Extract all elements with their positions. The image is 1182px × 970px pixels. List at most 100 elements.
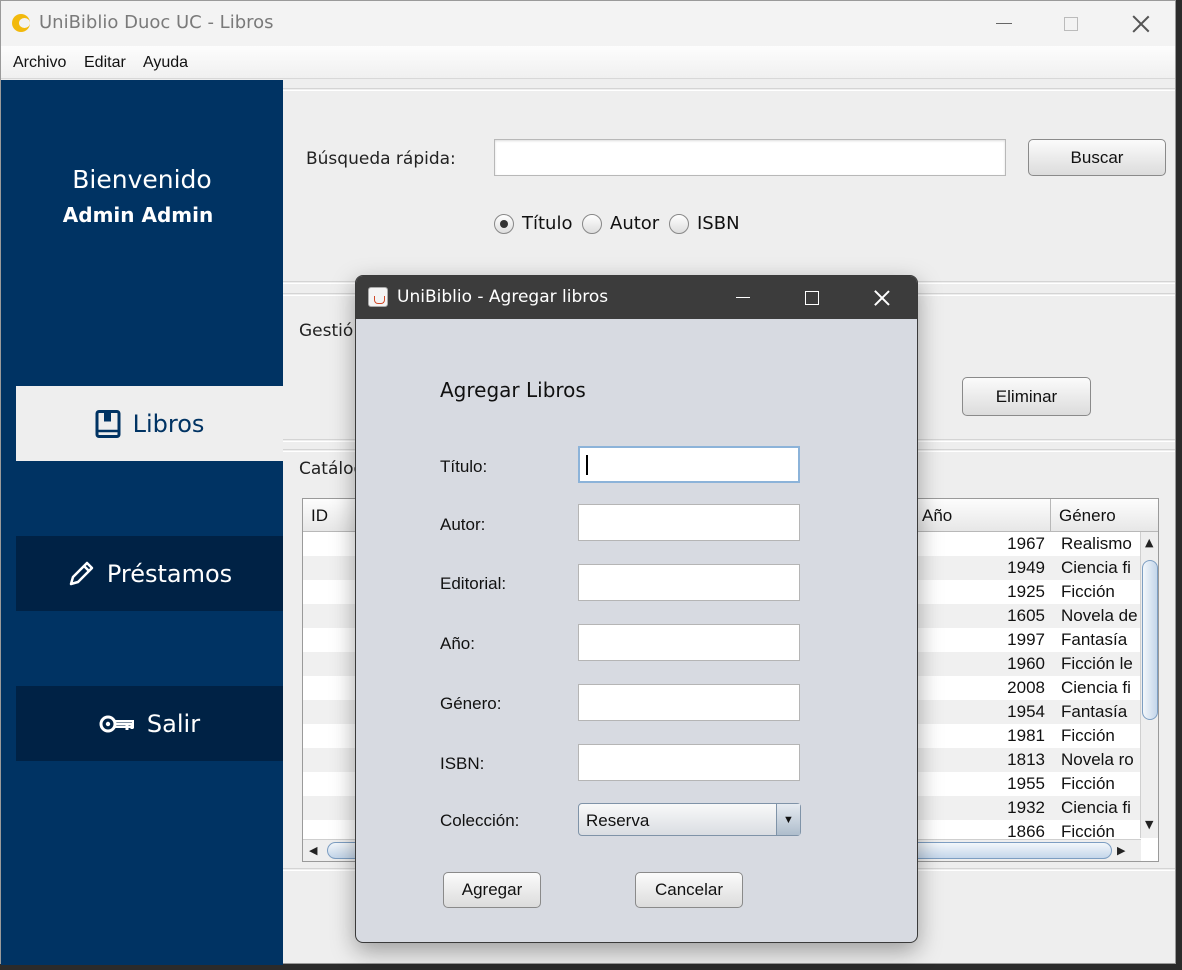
cell-genre: Ficción bbox=[1061, 726, 1115, 745]
radio-icon bbox=[582, 213, 602, 234]
title-bar: UniBiblio Duoc UC - Libros bbox=[1, 1, 1175, 46]
dialog-heading: Agregar Libros bbox=[440, 378, 586, 402]
radio-label: Título bbox=[522, 213, 573, 234]
welcome-text: Bienvenido bbox=[72, 165, 212, 194]
cell-year: 1967 bbox=[1007, 534, 1045, 553]
editorial-label: Editorial: bbox=[440, 574, 507, 593]
key-icon bbox=[99, 715, 134, 732]
vertical-scrollbar[interactable]: ▲ ▼ bbox=[1140, 532, 1158, 838]
text-caret bbox=[586, 455, 588, 475]
cell-year: 1932 bbox=[1007, 798, 1045, 817]
chevron-down-icon: ▼ bbox=[776, 804, 800, 835]
coleccion-select[interactable]: Reserva ▼ bbox=[578, 803, 801, 836]
agregar-button[interactable]: Agregar bbox=[443, 872, 541, 908]
search-button[interactable]: Buscar bbox=[1028, 139, 1166, 176]
radio-label: ISBN bbox=[697, 213, 740, 234]
cell-genre: Ciencia fi bbox=[1061, 558, 1131, 577]
autor-input[interactable] bbox=[578, 504, 800, 541]
cell-year: 1813 bbox=[1007, 750, 1045, 769]
menu-ayuda[interactable]: Ayuda bbox=[143, 54, 188, 72]
cell-year: 1955 bbox=[1007, 774, 1045, 793]
app-logo-icon bbox=[12, 14, 30, 32]
radio-selected-icon bbox=[494, 213, 514, 234]
sidebar: Bienvenido Admin Admin Libros Préstamos bbox=[1, 80, 283, 965]
window-title: UniBiblio Duoc UC - Libros bbox=[39, 12, 274, 33]
search-label: Búsqueda rápida: bbox=[306, 149, 456, 169]
search-input[interactable] bbox=[494, 139, 1006, 176]
radio-isbn[interactable]: ISBN bbox=[669, 213, 740, 234]
maximize-icon bbox=[1064, 16, 1078, 31]
cell-genre: Fantasía bbox=[1061, 702, 1128, 721]
dialog-close-button[interactable] bbox=[847, 276, 917, 319]
cell-year: 1949 bbox=[1007, 558, 1045, 577]
dialog-minimize-button[interactable] bbox=[708, 276, 778, 319]
column-header-year[interactable]: Año bbox=[914, 499, 1051, 532]
cell-genre: Fantasía bbox=[1061, 630, 1128, 649]
column-header-genre[interactable]: Género bbox=[1051, 499, 1158, 532]
delete-button[interactable]: Eliminar bbox=[962, 377, 1091, 416]
user-name: Admin Admin bbox=[62, 203, 214, 227]
cell-year: 2008 bbox=[1007, 678, 1045, 697]
sidebar-item-salir[interactable]: Salir bbox=[16, 686, 283, 761]
minimize-icon bbox=[736, 296, 750, 299]
radio-icon bbox=[669, 213, 689, 234]
scroll-right-icon[interactable]: ▶ bbox=[1117, 844, 1125, 857]
java-icon bbox=[368, 287, 388, 307]
sidebar-item-label: Préstamos bbox=[106, 559, 233, 588]
sidebar-item-label: Libros bbox=[132, 409, 205, 438]
cell-genre: Ficción le bbox=[1061, 654, 1133, 673]
cell-genre: Ficción bbox=[1061, 582, 1115, 601]
scroll-down-icon[interactable]: ▼ bbox=[1145, 818, 1153, 831]
cell-genre: Novela ro bbox=[1061, 750, 1134, 769]
editorial-input[interactable] bbox=[578, 564, 800, 601]
radio-label: Autor bbox=[610, 213, 660, 234]
close-button[interactable] bbox=[1106, 1, 1176, 46]
cancelar-button[interactable]: Cancelar bbox=[635, 872, 743, 908]
scroll-thumb[interactable] bbox=[1142, 560, 1158, 720]
menu-archivo[interactable]: Archivo bbox=[13, 54, 66, 72]
maximize-icon bbox=[805, 290, 819, 305]
genero-label: Género: bbox=[440, 694, 502, 713]
coleccion-selected-value: Reserva bbox=[586, 811, 650, 830]
sidebar-item-prestamos[interactable]: Préstamos bbox=[16, 536, 283, 611]
autor-label: Autor: bbox=[440, 515, 486, 534]
maximize-button[interactable] bbox=[1036, 1, 1106, 46]
anio-label: Año: bbox=[440, 634, 475, 653]
coleccion-label: Colección: bbox=[440, 811, 520, 830]
cell-year: 1925 bbox=[1007, 582, 1045, 601]
sidebar-item-label: Salir bbox=[146, 709, 201, 738]
cell-genre: Ficción bbox=[1061, 774, 1115, 793]
scroll-left-icon[interactable]: ◀ bbox=[309, 844, 317, 857]
titulo-label: Título: bbox=[440, 457, 488, 476]
cell-year: 1981 bbox=[1007, 726, 1045, 745]
close-icon bbox=[1132, 15, 1150, 33]
minimize-button[interactable] bbox=[969, 1, 1039, 46]
radio-autor[interactable]: Autor bbox=[582, 213, 659, 234]
close-icon bbox=[874, 290, 890, 306]
anio-input[interactable] bbox=[578, 624, 800, 661]
cell-year: 1997 bbox=[1007, 630, 1045, 649]
genero-input[interactable] bbox=[578, 684, 800, 721]
sidebar-item-libros[interactable]: Libros bbox=[16, 386, 283, 461]
menu-editar[interactable]: Editar bbox=[84, 54, 126, 72]
radio-titulo[interactable]: Título bbox=[494, 213, 572, 234]
cell-year: 1954 bbox=[1007, 702, 1045, 721]
add-book-dialog: UniBiblio - Agregar libros Agregar Libro… bbox=[355, 275, 918, 943]
menu-bar: Archivo Editar Ayuda bbox=[1, 46, 1175, 79]
cell-genre: Realismo bbox=[1061, 534, 1132, 553]
scroll-up-icon[interactable]: ▲ bbox=[1145, 536, 1153, 549]
management-label: Gestió bbox=[299, 321, 354, 341]
isbn-label: ISBN: bbox=[440, 754, 485, 773]
book-icon bbox=[95, 409, 121, 438]
minimize-icon bbox=[996, 23, 1012, 24]
cell-genre: Ciencia fi bbox=[1061, 798, 1131, 817]
isbn-input[interactable] bbox=[578, 744, 800, 781]
dialog-maximize-button[interactable] bbox=[777, 276, 847, 319]
cell-year: 1605 bbox=[1007, 606, 1045, 625]
titulo-input[interactable] bbox=[578, 446, 800, 483]
dialog-title: UniBiblio - Agregar libros bbox=[397, 287, 609, 307]
cell-genre: Ciencia fi bbox=[1061, 678, 1131, 697]
pencil-icon bbox=[69, 561, 94, 585]
dialog-title-bar: UniBiblio - Agregar libros bbox=[356, 276, 917, 319]
cell-year: 1960 bbox=[1007, 654, 1045, 673]
